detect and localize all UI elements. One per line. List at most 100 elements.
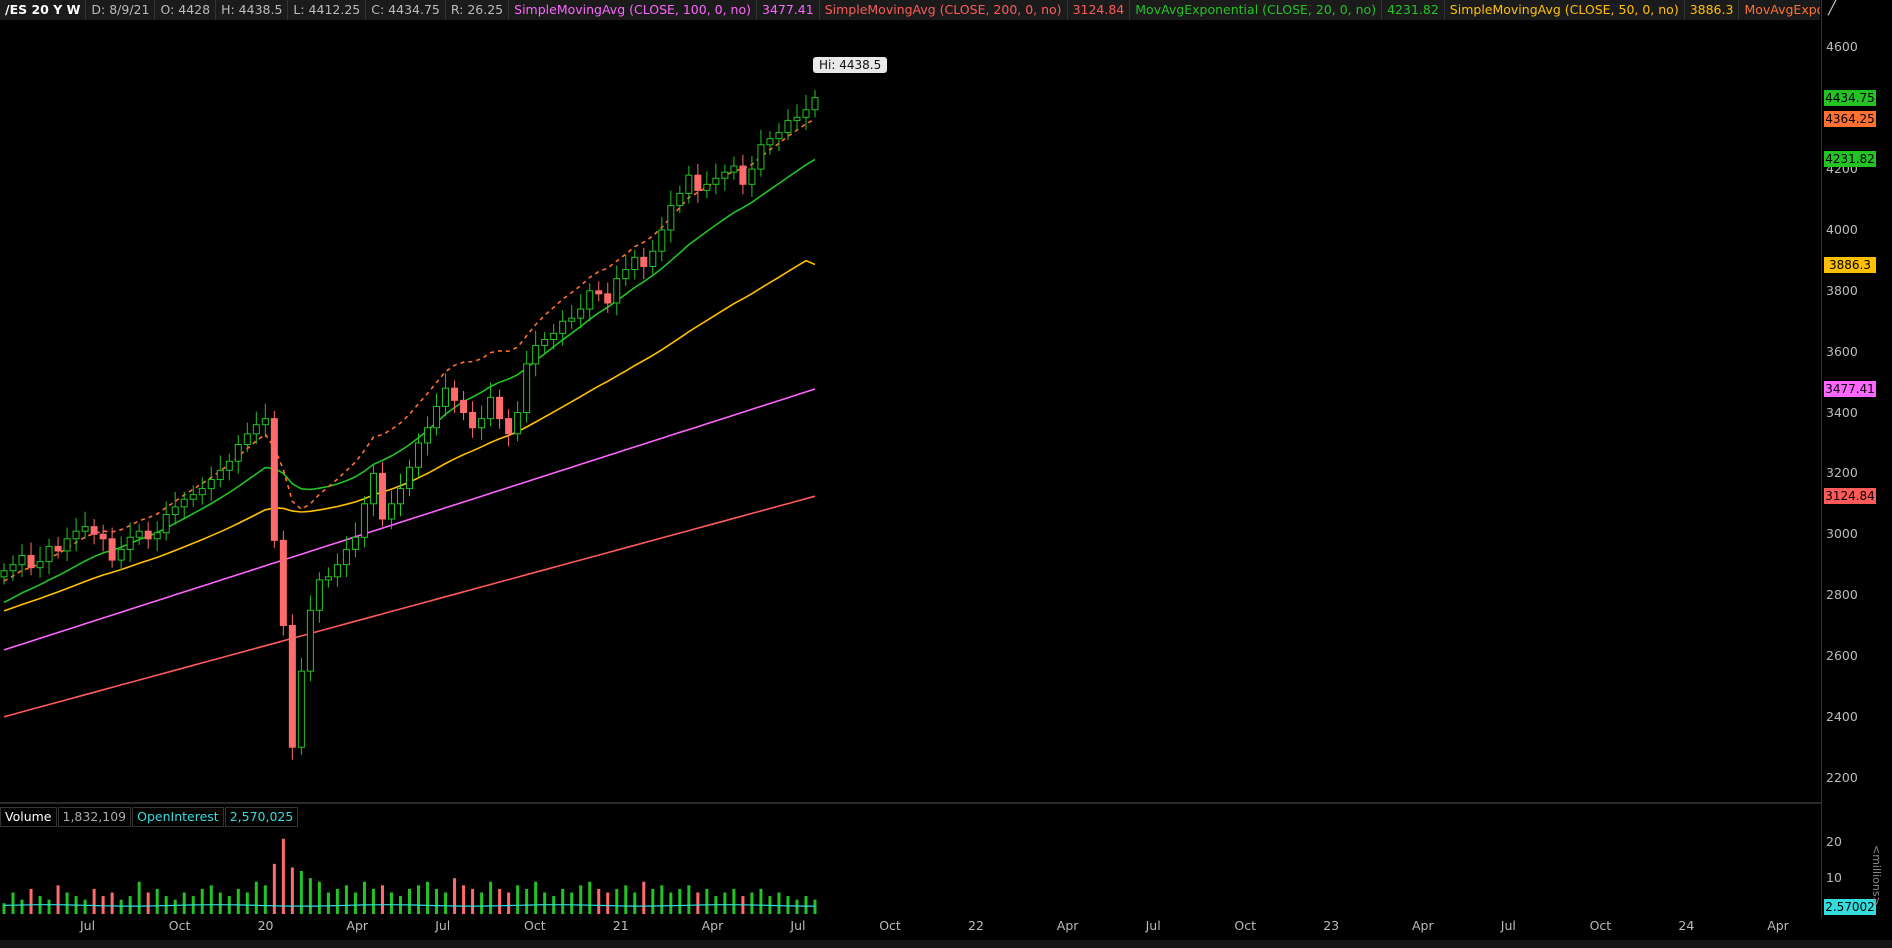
candle: [126, 536, 134, 550]
candle: [784, 119, 792, 134]
volume-bar: [371, 888, 375, 914]
candle: [667, 205, 675, 231]
volume-bar: [444, 892, 448, 914]
candle: [757, 144, 765, 170]
price-tick: 2600: [1826, 647, 1858, 663]
candle: [171, 506, 179, 515]
volume-tick: 20: [1826, 834, 1842, 850]
candle: [442, 387, 450, 407]
high-label: H: 4438.5: [216, 0, 289, 20]
volume-chart[interactable]: [0, 828, 1821, 914]
volume-bar: [561, 888, 565, 914]
volume-bar: [92, 888, 96, 914]
volume-label[interactable]: Volume: [0, 807, 57, 827]
candle: [712, 177, 720, 185]
candle: [90, 526, 98, 535]
volume-bar: [272, 863, 276, 914]
volume-bar: [678, 888, 682, 914]
volume-bar: [128, 896, 132, 914]
candle: [685, 174, 693, 194]
volume-bar: [290, 867, 294, 914]
time-axis[interactable]: Jul Oct 20 Apr Jul Oct 21 Apr Jul Oct 22 Apr Jul Oct 2…: [0, 914, 1821, 938]
volume-bar: [759, 888, 763, 914]
price-tick: 2800: [1826, 587, 1858, 603]
time-tick: Apr: [701, 918, 724, 933]
candle: [532, 345, 540, 365]
study-sma100-label[interactable]: SimpleMovingAvg (CLOSE, 100, 0, no): [509, 0, 757, 20]
candle: [640, 256, 648, 267]
volume-bar: [579, 885, 583, 914]
candle: [505, 418, 513, 435]
candle: [487, 396, 495, 420]
candle: [730, 165, 738, 173]
study-ema8-label[interactable]: MovAvgExponential (CLOSE, 8, 0, no): [1739, 0, 1820, 20]
price-badge: 4434.75: [1824, 89, 1876, 106]
price-axis[interactable]: 4600 4200 4000 3800 3600 3400 3200 3000 2800 2600…: [1821, 0, 1892, 918]
volume-bar: [389, 892, 393, 914]
candle: [216, 469, 224, 480]
candle: [162, 513, 170, 534]
price-tick: 3600: [1826, 343, 1858, 359]
time-tick: Oct: [1234, 918, 1257, 933]
volume-bar: [47, 899, 51, 914]
candle: [324, 576, 332, 581]
candle: [766, 138, 774, 146]
volume-bar: [633, 892, 637, 914]
panel-divider[interactable]: [0, 802, 1821, 804]
volume-bar: [335, 888, 339, 914]
candle: [568, 317, 576, 322]
chart-scrollbar[interactable]: [0, 940, 1892, 948]
study-sma50-value: 3886.3: [1685, 0, 1740, 20]
volume-bar: [326, 892, 330, 914]
volume-value: 1,832,109: [57, 807, 132, 827]
volume-bar: [417, 885, 421, 914]
volume-bar: [200, 888, 204, 914]
volume-bar: [435, 888, 439, 914]
price-chart[interactable]: [0, 20, 1821, 802]
ma-line-sma-100: [3, 388, 816, 651]
volume-bar: [408, 888, 411, 914]
date-label: D: 8/9/21: [86, 0, 156, 20]
candle: [360, 503, 368, 538]
study-ema20-label[interactable]: MovAvgExponential (CLOSE, 20, 0, no): [1130, 0, 1383, 20]
study-sma200-label[interactable]: SimpleMovingAvg (CLOSE, 200, 0, no): [820, 0, 1068, 20]
candle: [153, 532, 161, 540]
volume-bar: [624, 885, 628, 914]
candle: [252, 424, 260, 435]
candle: [306, 609, 314, 672]
volume-bar: [56, 885, 60, 914]
candle: [451, 387, 459, 401]
time-tick: 22: [968, 918, 984, 933]
candle: [811, 97, 819, 111]
candle: [613, 278, 621, 304]
candle: [387, 503, 395, 520]
volume-bar: [732, 888, 736, 914]
volume-bar: [29, 888, 33, 914]
volume-bar: [353, 892, 357, 914]
open-interest-label[interactable]: OpenInterest: [132, 807, 224, 827]
price-badge: 3124.84: [1824, 488, 1876, 505]
price-tick: 3200: [1826, 465, 1858, 481]
volume-bar: [344, 885, 348, 914]
study-sma50-label[interactable]: SimpleMovingAvg (CLOSE, 50, 0, no): [1445, 0, 1685, 20]
drawing-tool-icon[interactable]: ╱: [1828, 0, 1846, 18]
candle: [234, 443, 242, 462]
candle: [658, 229, 666, 252]
volume-bar: [750, 892, 754, 914]
close-label: C: 4434.75: [366, 0, 446, 20]
symbol-label[interactable]: /ES 20 Y W: [0, 0, 87, 20]
time-tick: 20: [257, 918, 274, 933]
candle: [514, 412, 522, 435]
time-tick: Apr: [1056, 918, 1079, 933]
time-tick: 21: [612, 918, 629, 933]
candle: [703, 183, 711, 191]
candle: [460, 399, 468, 414]
volume-bar: [119, 899, 123, 914]
volume-bar: [263, 885, 267, 914]
candle: [559, 320, 567, 334]
open-interest-badge: 2.57002: [1824, 899, 1876, 915]
candle: [288, 625, 296, 748]
volume-bar: [11, 892, 15, 914]
volume-bar: [795, 899, 799, 914]
volume-bar: [786, 896, 790, 914]
